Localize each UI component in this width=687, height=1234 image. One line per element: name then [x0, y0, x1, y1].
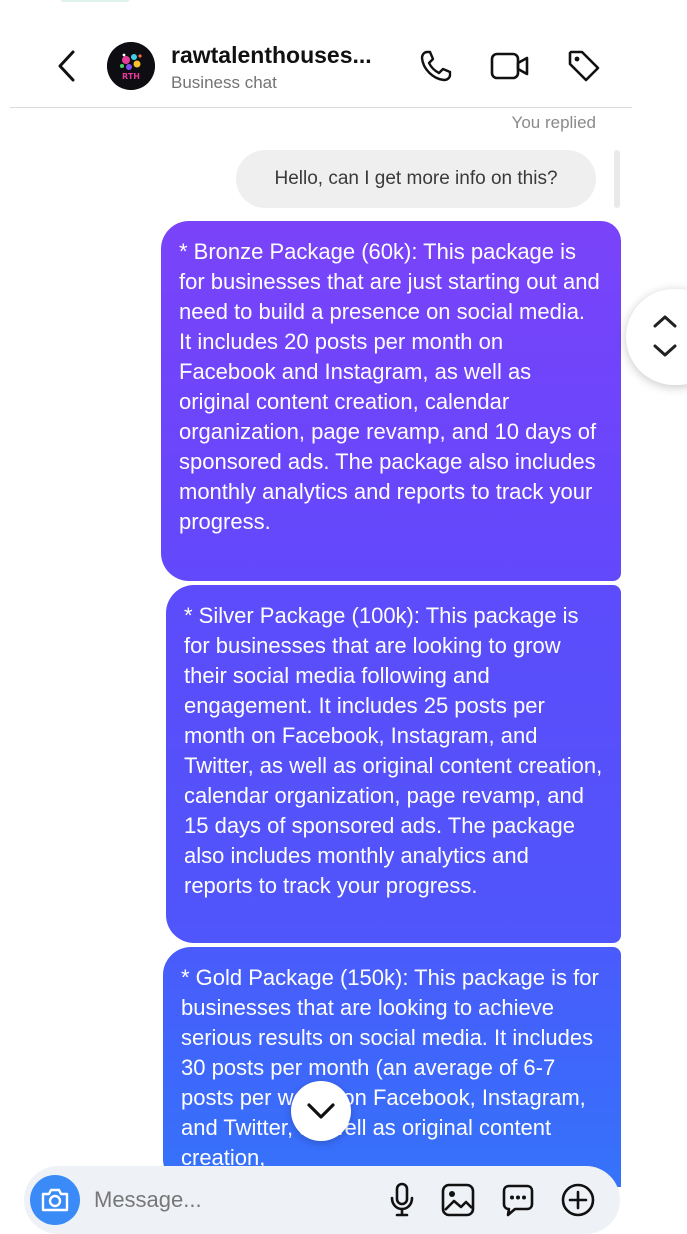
plus-circle-icon	[561, 1183, 595, 1217]
header-divider	[10, 107, 632, 108]
message-bubble[interactable]: * Gold Package (150k): This package is f…	[163, 947, 621, 1187]
chevron-down-icon	[653, 344, 677, 357]
microphone-icon	[390, 1182, 414, 1217]
jump-to-latest-button[interactable]	[291, 1081, 351, 1141]
message-composer	[24, 1166, 620, 1234]
call-button[interactable]	[416, 46, 456, 86]
reply-label: You replied	[511, 113, 596, 132]
chat-dots-icon	[502, 1184, 534, 1217]
avatar-initials: RTH	[122, 72, 140, 81]
quoted-message[interactable]: Hello, can I get more info on this?	[236, 150, 596, 208]
scroll-up-button[interactable]	[650, 309, 680, 333]
voice-message-button[interactable]	[384, 1182, 420, 1218]
chevron-down-icon	[307, 1103, 335, 1119]
contact-name[interactable]: rawtalenthouses...	[171, 42, 401, 69]
message-bubble[interactable]: * Bronze Package (60k): This package is …	[161, 221, 621, 581]
chevron-left-icon	[58, 50, 75, 82]
tag-icon	[568, 50, 600, 82]
chevron-up-icon	[653, 315, 677, 328]
message-input[interactable]	[94, 1180, 374, 1220]
image-icon	[441, 1183, 475, 1217]
message-bubble[interactable]: * Silver Package (100k): This package is…	[166, 585, 621, 943]
brand-logo-icon	[107, 42, 155, 90]
chat-header: RTH rawtalenthouses... Business chat	[0, 0, 687, 108]
scroll-control	[626, 289, 687, 385]
video-call-button[interactable]	[490, 46, 530, 86]
video-camera-icon	[490, 52, 529, 80]
gallery-button[interactable]	[440, 1182, 476, 1218]
phone-icon	[420, 50, 452, 82]
more-options-button[interactable]	[560, 1182, 596, 1218]
chat-type-label: Business chat	[171, 73, 277, 92]
scroll-down-button[interactable]	[650, 339, 680, 363]
camera-icon	[41, 1188, 69, 1212]
avatar[interactable]: RTH	[107, 42, 155, 90]
chat-screen: RTH rawtalenthouses... Business chat You…	[0, 0, 687, 1234]
sticker-button[interactable]	[500, 1182, 536, 1218]
reply-indicator-bar	[614, 150, 620, 208]
camera-button[interactable]	[30, 1175, 80, 1225]
label-button[interactable]	[564, 46, 604, 86]
back-button[interactable]	[50, 48, 82, 84]
